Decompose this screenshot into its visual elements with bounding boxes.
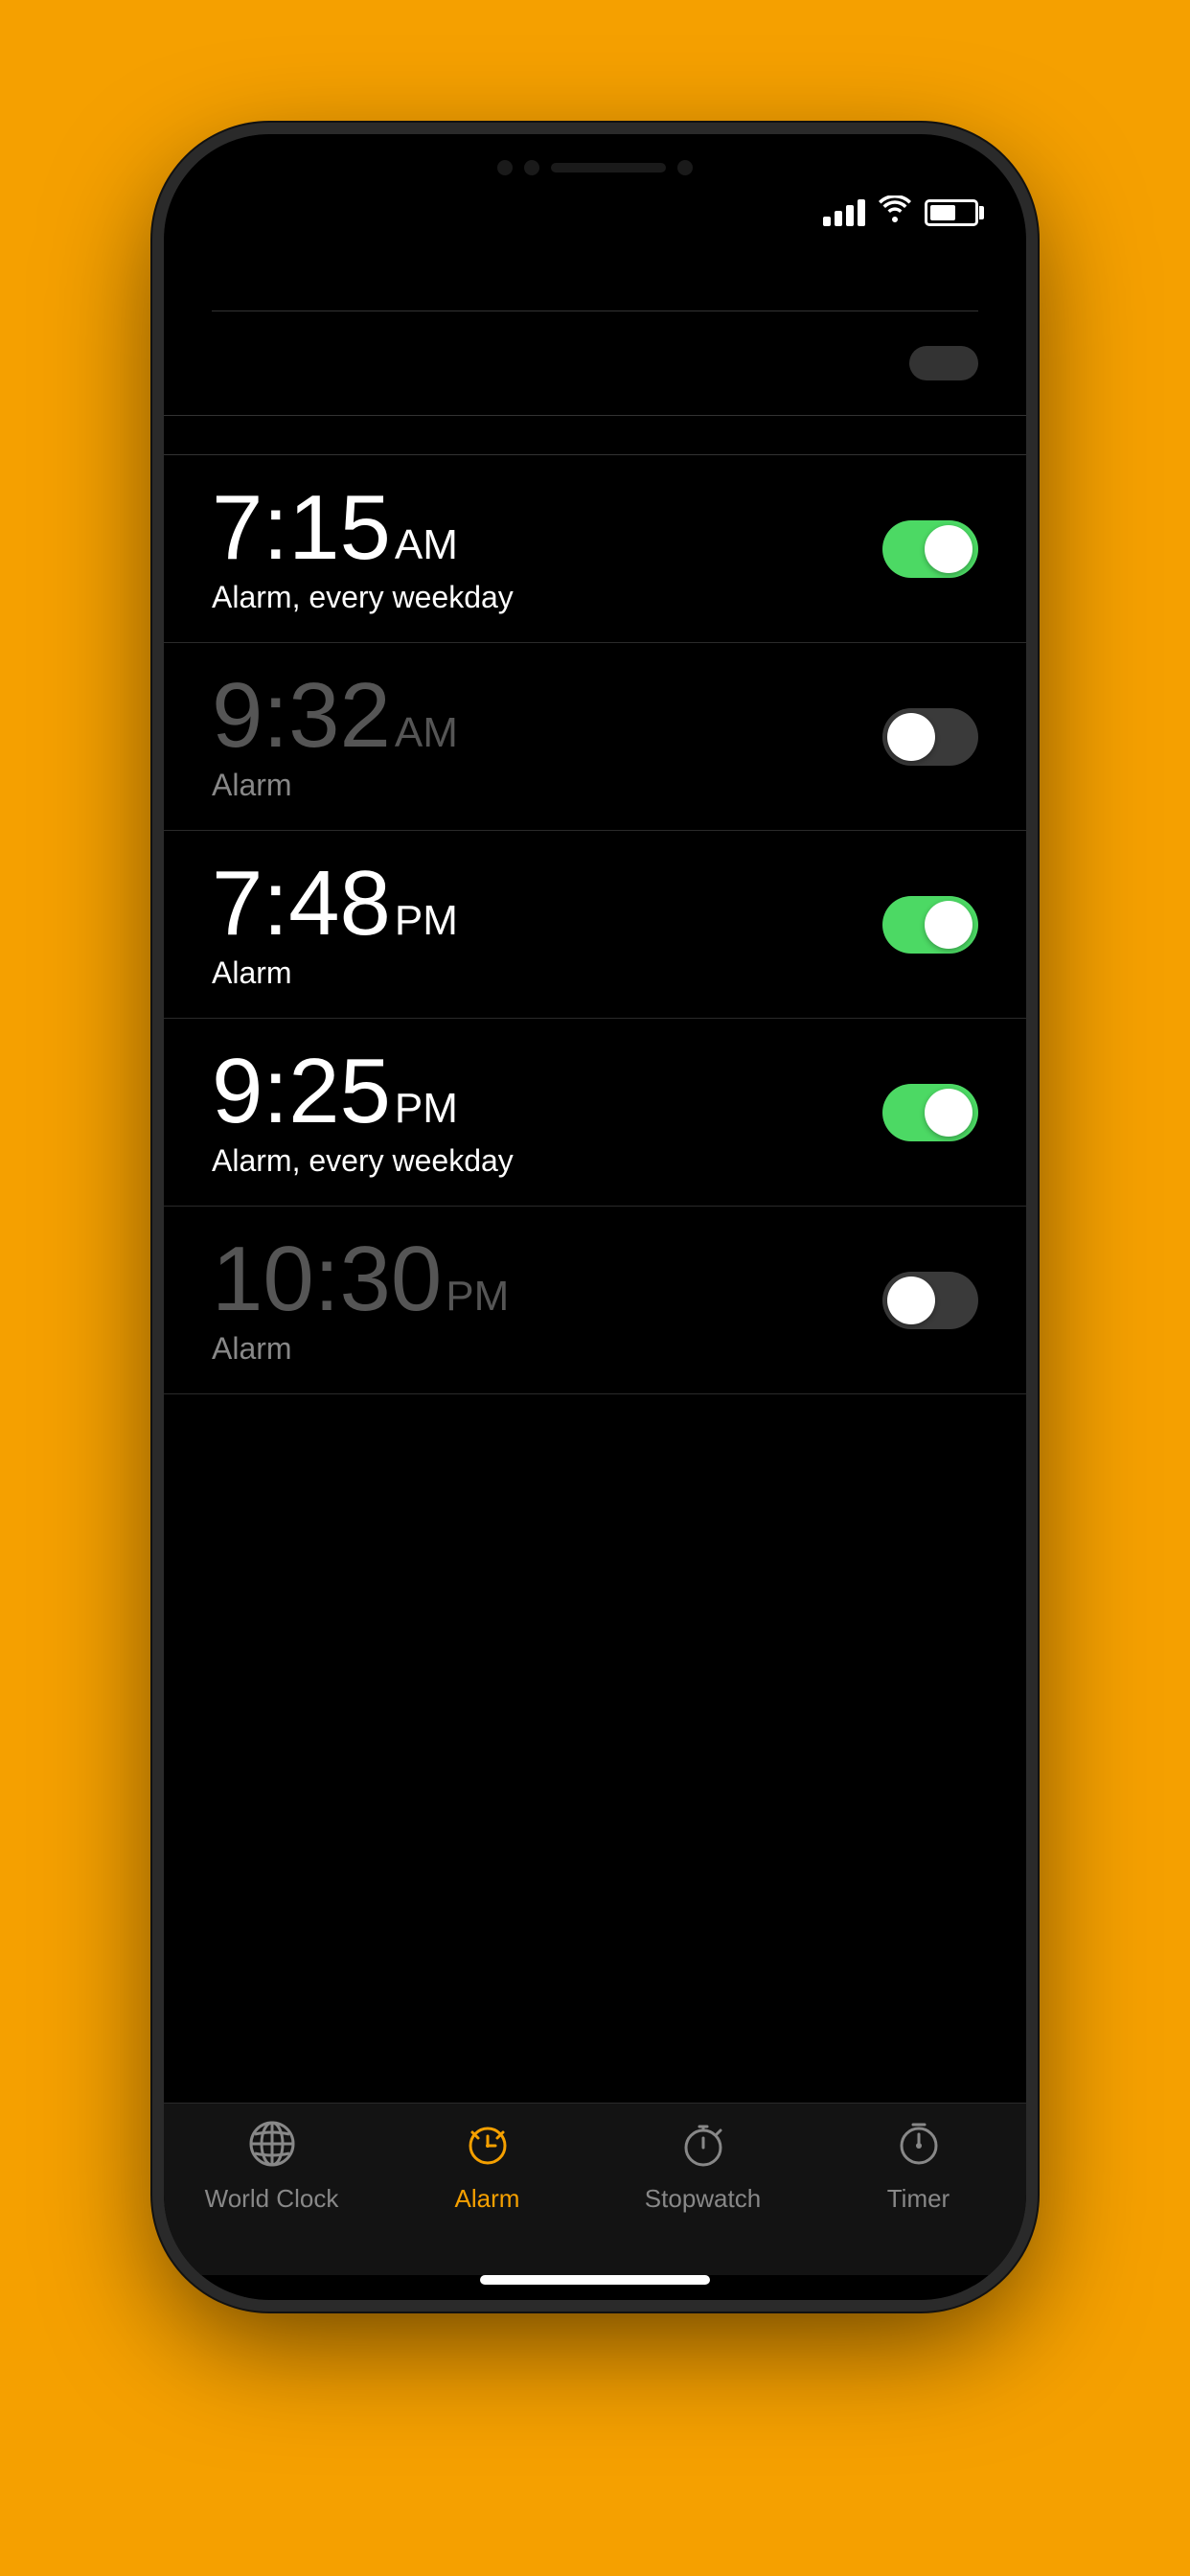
alarm-time: 7:48 PM [212,858,882,950]
alarm-period: AM [395,709,458,757]
alarm-period: PM [395,1085,458,1133]
world-clock-icon [247,2119,297,2176]
signal-bar-1 [823,217,831,226]
toggle-knob [887,713,935,761]
notch-dot-3 [677,160,693,175]
alarm-toggle[interactable] [882,1272,978,1329]
alarm-time: 7:15 AM [212,482,882,574]
stopwatch-icon [678,2119,728,2176]
alarm-description: Alarm [212,955,882,991]
alarm-item[interactable]: 9:32 AM Alarm [164,643,1026,831]
tab-label-world-clock: World Clock [205,2184,339,2214]
home-indicator [480,2275,710,2285]
alarm-info: 10:30 PM Alarm [212,1233,882,1367]
alarm-item[interactable]: 10:30 PM Alarm [164,1207,1026,1394]
alarm-info: 9:32 AM Alarm [212,670,882,803]
alarm-time: 10:30 PM [212,1233,882,1325]
alarm-description: Alarm [212,1331,882,1367]
alarm-icon [463,2119,513,2176]
alarm-time: 9:32 AM [212,670,882,762]
tab-timer[interactable]: Timer [811,2119,1026,2214]
alarm-time-digits: 9:25 [212,1046,391,1138]
alarm-period: PM [446,1273,509,1321]
alarm-toggle[interactable] [882,708,978,766]
alarm-item[interactable]: 7:48 PM Alarm [164,831,1026,1019]
status-bar [164,134,1026,249]
alarm-description: Alarm, every weekday [212,580,882,615]
battery-fill [930,205,955,220]
alarm-period: PM [395,897,458,945]
toggle-knob [925,1089,973,1137]
tab-world-clock[interactable]: World Clock [164,2119,379,2214]
battery-icon [925,199,978,226]
alarm-info: 9:25 PM Alarm, every weekday [212,1046,882,1179]
change-button[interactable] [909,346,978,380]
alarm-time-digits: 10:30 [212,1233,442,1325]
alarm-toggle[interactable] [882,520,978,578]
alarm-toggle[interactable] [882,896,978,954]
tab-label-stopwatch: Stopwatch [645,2184,761,2214]
app-header [164,249,1026,311]
wifi-icon [879,195,911,230]
toggle-knob [925,901,973,949]
alarm-description: Alarm, every weekday [212,1143,882,1179]
tab-stopwatch[interactable]: Stopwatch [595,2119,811,2214]
alarm-item[interactable]: 9:25 PM Alarm, every weekday [164,1019,1026,1207]
alarm-time-digits: 7:15 [212,482,391,574]
tab-bar: World Clock Alarm Stopwatch Timer [164,2103,1026,2275]
toggle-knob [925,525,973,573]
toggle-knob [887,1276,935,1324]
signal-icon [823,199,865,226]
signal-bar-3 [846,205,854,226]
phone-screen: 7:15 AM Alarm, every weekday 9:32 AM Ala… [164,134,1026,2300]
app-content: 7:15 AM Alarm, every weekday 9:32 AM Ala… [164,249,1026,2103]
alarm-time-digits: 7:48 [212,858,391,950]
alarm-toggle[interactable] [882,1084,978,1141]
signal-bar-4 [858,199,865,226]
signal-bar-2 [835,211,842,226]
status-icons [823,195,978,230]
no-alarm-section [164,311,1026,416]
alarm-period: AM [395,521,458,569]
tab-alarm[interactable]: Alarm [379,2119,595,2214]
alarm-description: Alarm [212,768,882,803]
other-section-header [164,416,1026,455]
alarm-time-digits: 9:32 [212,670,391,762]
alarm-info: 7:48 PM Alarm [212,858,882,991]
timer-icon [894,2119,944,2176]
alarm-info: 7:15 AM Alarm, every weekday [212,482,882,615]
tab-label-timer: Timer [887,2184,950,2214]
notch [432,134,758,201]
sleep-wakeup-section [212,288,978,311]
alarm-item[interactable]: 7:15 AM Alarm, every weekday [164,455,1026,643]
alarm-time: 9:25 PM [212,1046,882,1138]
phone-mockup: 7:15 AM Alarm, every weekday 9:32 AM Ala… [164,134,1026,2300]
alarm-list: 7:15 AM Alarm, every weekday 9:32 AM Ala… [164,455,1026,2103]
notch-bar [551,163,666,172]
tab-label-alarm: Alarm [455,2184,520,2214]
notch-dot-1 [497,160,513,175]
notch-dot-2 [524,160,539,175]
